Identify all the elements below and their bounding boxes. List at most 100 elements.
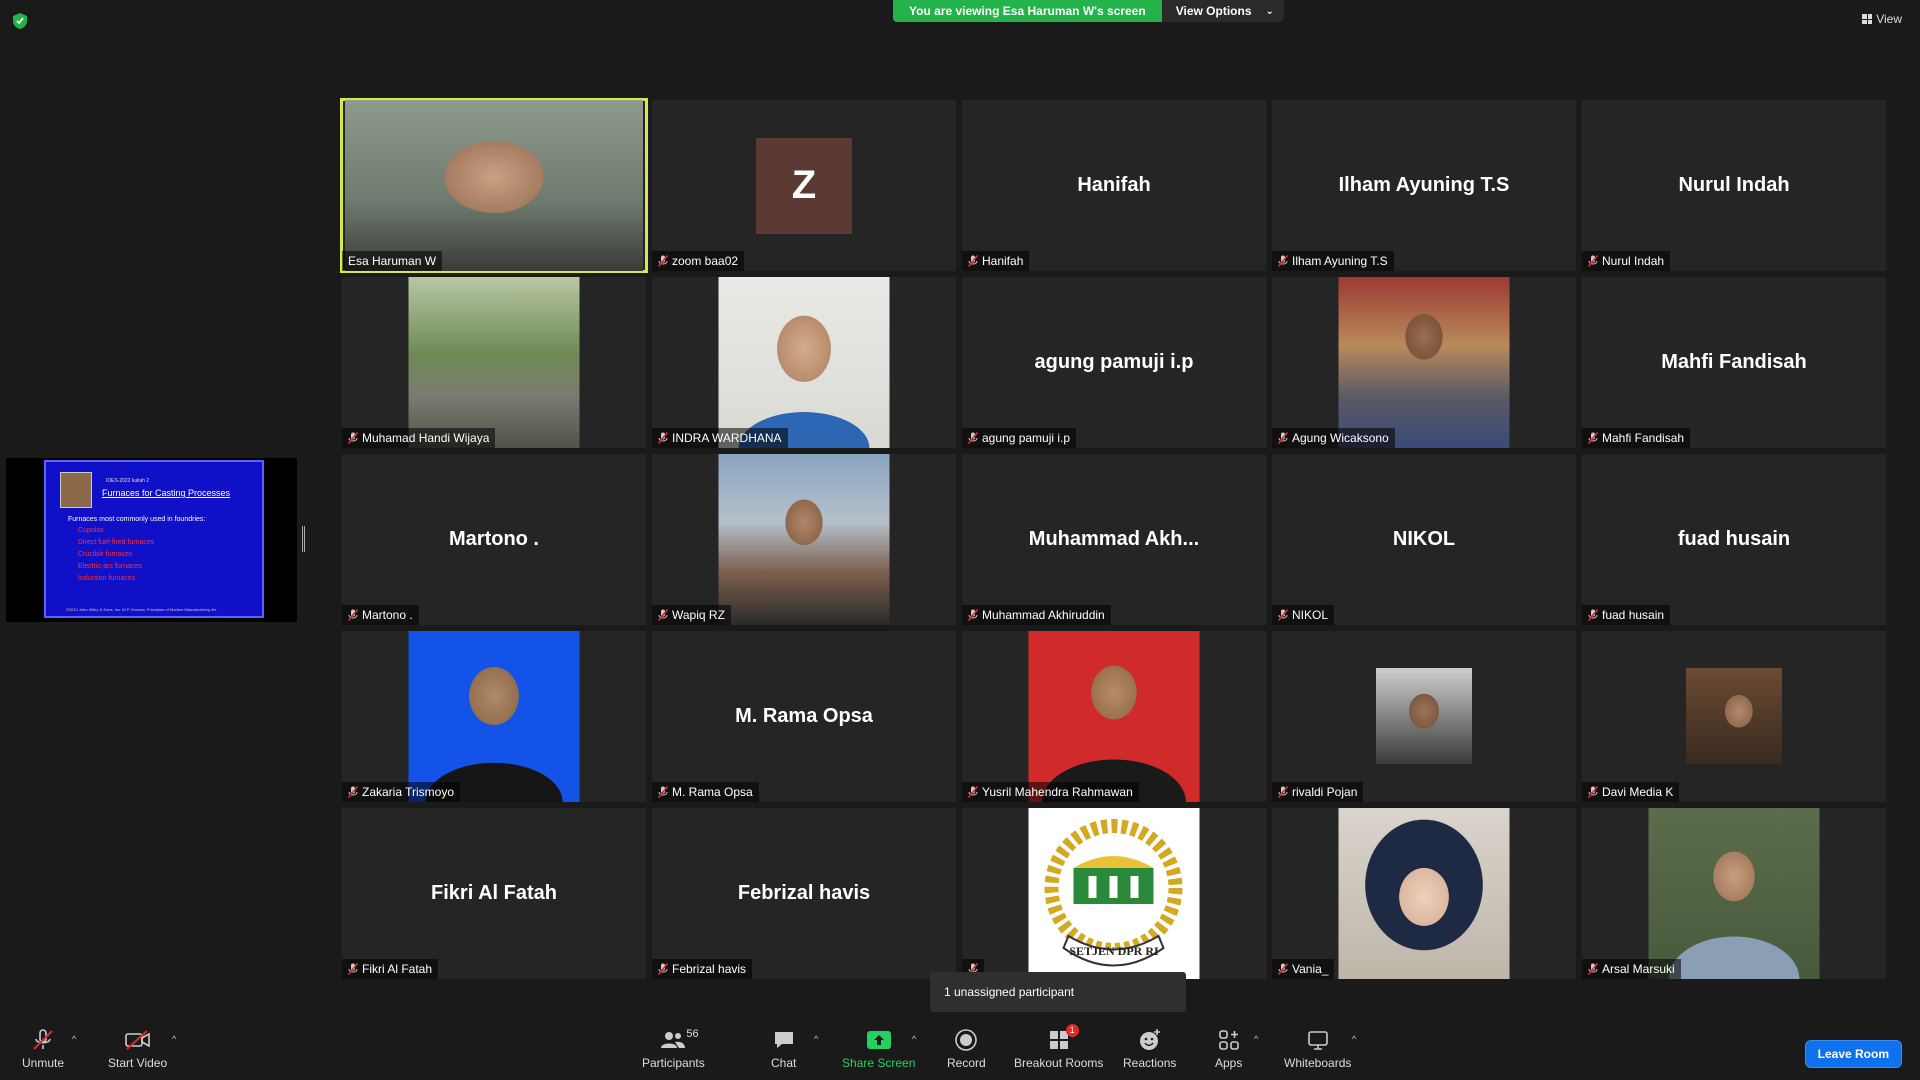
video-options-caret-icon[interactable]: ^ [172, 1034, 176, 1044]
participant-tile[interactable]: Fikri Al Fatah Fikri Al Fatah [342, 808, 646, 979]
participant-name: Martono . [362, 608, 413, 622]
participant-tile[interactable]: Muhammad Akh... Muhammad Akhiruddin [962, 454, 1266, 625]
microphone-muted-icon [1278, 963, 1288, 975]
participant-tile[interactable]: fuad husain fuad husain [1582, 454, 1886, 625]
unmute-button[interactable]: Unmute [22, 1028, 64, 1070]
meeting-toolbar: Unmute ^ Start Video ^ 56 Participants C… [0, 1018, 1920, 1080]
participant-nametag: agung pamuji i.p [962, 428, 1077, 448]
slide-title: Furnaces for Casting Processes [102, 488, 231, 498]
participants-count: 56 [686, 1028, 699, 1040]
participant-name: INDRA WARDHANA [672, 431, 782, 445]
slide-body: Furnaces most commonly used in foundries… [68, 516, 205, 585]
share-screen-button[interactable]: Share Screen [842, 1028, 915, 1070]
participant-video [345, 100, 643, 271]
participant-video [1338, 808, 1510, 979]
participants-label: Participants [642, 1056, 705, 1070]
participant-tile[interactable]: Ilham Ayuning T.S Ilham Ayuning T.S [1272, 100, 1576, 271]
participant-video [1686, 668, 1782, 764]
chat-options-caret-icon[interactable]: ^ [814, 1034, 818, 1044]
whiteboards-options-caret-icon[interactable]: ^ [1352, 1034, 1356, 1044]
participant-tile[interactable]: Agung Wicaksono [1272, 277, 1576, 448]
video-camera-off-icon [124, 1030, 150, 1050]
apps-options-caret-icon[interactable]: ^ [1254, 1034, 1258, 1044]
microphone-muted-icon [33, 1029, 53, 1050]
participant-tile[interactable]: Nurul Indah Nurul Indah [1582, 100, 1886, 271]
slide-lead: Furnaces most commonly used in foundries… [68, 516, 206, 523]
unassigned-participant-tooltip: 1 unassigned participant [930, 972, 1186, 1012]
shared-screen-thumbnail[interactable]: IDES-2022 kuliah 2 Furnaces for Casting … [6, 458, 297, 622]
leave-room-button[interactable]: Leave Room [1804, 1040, 1902, 1068]
screen-share-banner: You are viewing Esa Haruman W's screen V… [893, 0, 1284, 22]
microphone-muted-icon [1588, 255, 1598, 267]
view-button[interactable]: View [1862, 12, 1902, 26]
participant-tile[interactable]: Muhamad Handi Wijaya [342, 277, 646, 448]
participant-tile[interactable]: Hanifah Hanifah [962, 100, 1266, 271]
participant-tile[interactable]: Vania_ [1272, 808, 1576, 979]
participant-tile[interactable]: Esa Haruman W [340, 98, 648, 273]
participant-nametag: Esa Haruman W [342, 251, 443, 271]
participant-tile[interactable]: Zakaria Trismoyo [342, 631, 646, 802]
participant-nametag: Agung Wicaksono [1272, 428, 1395, 448]
participant-tile[interactable]: Z zoom baa02 [652, 100, 956, 271]
microphone-muted-icon [968, 255, 978, 267]
participant-tile[interactable]: Davi Media K [1582, 631, 1886, 802]
microphone-muted-icon [1278, 609, 1288, 621]
participant-display-name: Fikri Al Fatah [431, 882, 557, 904]
participant-name: fuad husain [1602, 608, 1665, 622]
participant-tile[interactable]: rivaldi Pojan [1272, 631, 1576, 802]
start-video-label: Start Video [108, 1056, 168, 1070]
participant-tile[interactable]: agung pamuji i.p agung pamuji i.p [962, 277, 1266, 448]
participant-nametag: Arsal Marsuki [1582, 959, 1681, 979]
participant-tile[interactable]: Febrizal havis Febrizal havis [652, 808, 956, 979]
resize-handle[interactable] [302, 526, 305, 552]
slide-header: IDES-2022 kuliah 2 [106, 478, 150, 484]
participant-tile[interactable]: Mahfi Fandisah Mahfi Fandisah [1582, 277, 1886, 448]
chat-label: Chat [771, 1056, 797, 1070]
microphone-muted-icon [348, 609, 358, 621]
reactions-button[interactable]: Reactions [1123, 1028, 1176, 1070]
participant-display-name: Muhammad Akh... [1028, 528, 1200, 550]
microphone-muted-icon [1588, 786, 1598, 798]
slide-image [60, 472, 92, 508]
chat-button[interactable]: Chat [771, 1028, 796, 1070]
participant-tile[interactable]: SETJEN DPR RI [962, 808, 1266, 979]
participant-display-name: M. Rama Opsa [735, 705, 873, 727]
participant-tile[interactable]: M. Rama Opsa M. Rama Opsa [652, 631, 956, 802]
presentation-slide: IDES-2022 kuliah 2 Furnaces for Casting … [44, 460, 264, 618]
participant-nametag: Mahfi Fandisah [1582, 428, 1691, 448]
view-label: View [1876, 12, 1902, 26]
participant-nametag: NIKOL [1272, 605, 1335, 625]
participant-name: Fikri Al Fatah [362, 962, 433, 976]
participant-tile[interactable]: Wapiq RZ [652, 454, 956, 625]
audio-options-caret-icon[interactable]: ^ [72, 1034, 76, 1044]
grid-view-icon [1862, 14, 1873, 24]
participant-nametag: Martono . [342, 605, 419, 625]
microphone-muted-icon [968, 609, 978, 621]
share-screen-label: Share Screen [842, 1056, 916, 1070]
participant-tile[interactable]: Yusril Mahendra Rahmawan [962, 631, 1266, 802]
participant-tile[interactable]: Arsal Marsuki [1582, 808, 1886, 979]
record-icon [955, 1029, 978, 1051]
microphone-muted-icon [1278, 432, 1288, 444]
whiteboards-button[interactable]: Whiteboards [1284, 1028, 1351, 1070]
participant-video [718, 277, 890, 448]
security-shield-icon[interactable] [12, 12, 28, 30]
share-options-caret-icon[interactable]: ^ [912, 1034, 916, 1044]
breakout-rooms-button[interactable]: 1 Breakout Rooms [1014, 1024, 1103, 1070]
breakout-badge: 1 [1065, 1024, 1079, 1037]
participant-display-name: NIKOL [1392, 528, 1456, 550]
participant-name: Nurul Indah [1602, 254, 1665, 268]
participant-video [408, 277, 580, 448]
record-button[interactable]: Record [947, 1028, 986, 1070]
participant-name: Hanifah [982, 254, 1024, 268]
start-video-button[interactable]: Start Video [108, 1028, 167, 1070]
participant-tile[interactable]: INDRA WARDHANA [652, 277, 956, 448]
slide-bullet: Induction furnaces [78, 575, 136, 582]
microphone-muted-icon [348, 786, 358, 798]
participant-tile[interactable]: Martono . Martono . [342, 454, 646, 625]
apps-button[interactable]: Apps [1215, 1028, 1242, 1070]
view-options-button[interactable]: View Options ⌄ [1161, 0, 1284, 22]
participant-tile[interactable]: NIKOL NIKOL [1272, 454, 1576, 625]
participants-button[interactable]: 56 Participants [642, 1028, 705, 1070]
participant-name: NIKOL [1292, 608, 1329, 622]
